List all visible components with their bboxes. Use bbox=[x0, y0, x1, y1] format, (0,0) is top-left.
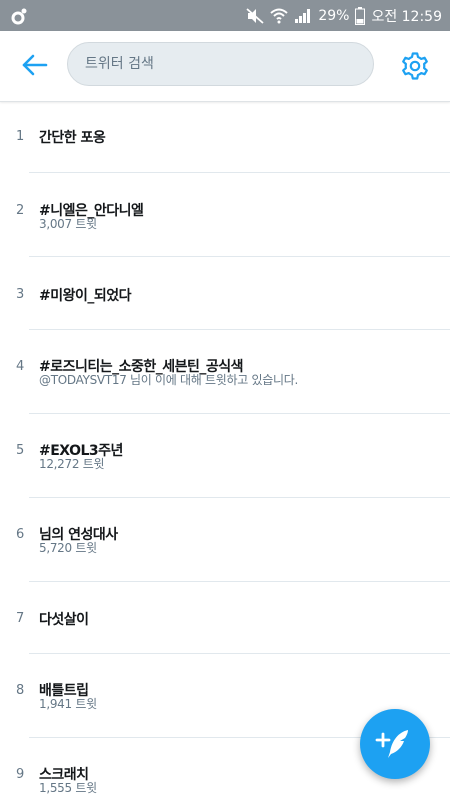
trend-rank: 4 bbox=[16, 359, 25, 374]
trend-rank: 9 bbox=[16, 767, 25, 782]
battery-percent: 29% bbox=[318, 7, 350, 24]
trend-name: 다섯살이 bbox=[39, 612, 89, 628]
search-header bbox=[0, 31, 450, 102]
trend-rank: 2 bbox=[16, 203, 25, 218]
trend-row-6[interactable]: 6 님의 연성대사 5,720 트윗 bbox=[0, 498, 450, 582]
trend-rank: 7 bbox=[16, 611, 25, 626]
clock: 오전 12:59 bbox=[371, 8, 442, 25]
trend-rank: 1 bbox=[16, 129, 25, 144]
wifi-icon bbox=[270, 8, 288, 24]
trend-rank: 8 bbox=[16, 683, 25, 698]
trend-tweet-count: 3,007 트윗 bbox=[39, 217, 97, 231]
trend-row-3[interactable]: 3 #미왕이_되었다 bbox=[0, 257, 450, 330]
trend-tweet-count: 1,941 트윗 bbox=[39, 697, 97, 711]
status-bar: 29% 오전 12:59 bbox=[0, 0, 450, 31]
trend-tweet-count: 1,555 트윗 bbox=[39, 781, 97, 795]
quill-plus-icon bbox=[375, 730, 408, 758]
back-button[interactable] bbox=[18, 50, 52, 80]
trend-tweet-count: 12,272 트윗 bbox=[39, 457, 105, 471]
settings-button[interactable] bbox=[400, 51, 430, 81]
notification-icon bbox=[10, 7, 28, 25]
trend-tweet-count: 5,720 트윗 bbox=[39, 541, 97, 555]
trend-rank: 6 bbox=[16, 527, 25, 542]
signal-icon bbox=[294, 8, 312, 24]
trend-context: @TODAYSVT17 님이 이에 대해 트윗하고 있습니다. bbox=[39, 373, 298, 387]
trend-rank: 3 bbox=[16, 287, 25, 302]
trend-name: 간단한 포옹 bbox=[39, 130, 106, 146]
trend-row-4[interactable]: 4 #로즈니티는_소중한_세븐틴_공식색 @TODAYSVT17 님이 이에 대… bbox=[0, 330, 450, 414]
trends-list: 1 간단한 포옹 2 #니엘은_안다니엘 3,007 트윗 3 #미왕이_되었다… bbox=[0, 102, 450, 798]
search-field[interactable] bbox=[67, 42, 374, 86]
trend-name: #미왕이_되었다 bbox=[39, 288, 132, 304]
arrow-left-icon bbox=[22, 54, 48, 76]
mute-icon bbox=[246, 7, 264, 24]
battery-icon bbox=[355, 6, 366, 25]
search-input[interactable] bbox=[83, 55, 373, 73]
trend-row-7[interactable]: 7 다섯살이 bbox=[0, 582, 450, 654]
gear-icon bbox=[402, 52, 428, 80]
trend-row-1[interactable]: 1 간단한 포옹 bbox=[0, 102, 450, 173]
compose-tweet-button[interactable] bbox=[360, 709, 430, 779]
trend-rank: 5 bbox=[16, 443, 25, 458]
trend-row-2[interactable]: 2 #니엘은_안다니엘 3,007 트윗 bbox=[0, 173, 450, 257]
trend-row-5[interactable]: 5 #EXOL3주년 12,272 트윗 bbox=[0, 414, 450, 498]
